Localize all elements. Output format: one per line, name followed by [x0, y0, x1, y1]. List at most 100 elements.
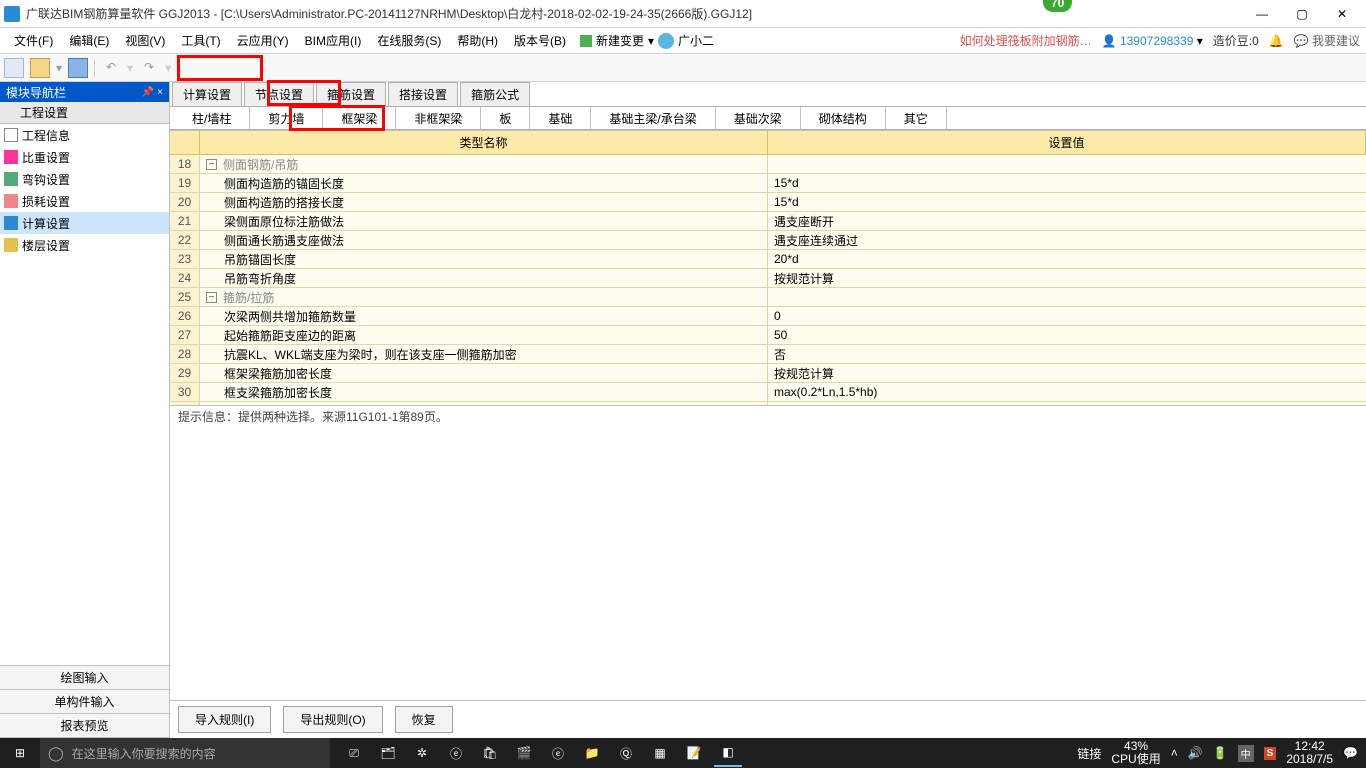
cell-value[interactable]: 按规范计算	[768, 269, 1366, 287]
grid-row[interactable]: 26次梁两侧共增加箍筋数量0	[170, 307, 1366, 326]
cell-value[interactable]: 20*d	[768, 250, 1366, 268]
app2-icon[interactable]: ▦	[646, 739, 674, 767]
cell-value[interactable]	[768, 288, 1366, 306]
menu-item[interactable]: 云应用(Y)	[229, 32, 297, 49]
battery-icon[interactable]: 🔋	[1213, 746, 1228, 760]
volume-icon[interactable]: 🔊	[1188, 746, 1203, 760]
menu-item[interactable]: 编辑(E)	[61, 32, 117, 49]
component-tab[interactable]: 非框架梁	[396, 107, 481, 130]
pin-icon[interactable]: 📌 ×	[142, 87, 163, 98]
cell-value[interactable]: 遇支座连续通过	[768, 231, 1366, 249]
note-icon[interactable]: 📝	[680, 739, 708, 767]
component-tab[interactable]: 砌体结构	[801, 107, 886, 130]
menu-item[interactable]: 文件(F)	[6, 32, 61, 49]
fan-icon[interactable]: ✲	[408, 739, 436, 767]
close-button[interactable]: ✕	[1322, 2, 1362, 26]
nav-item[interactable]: 损耗设置	[0, 190, 169, 212]
menu-item[interactable]: BIM应用(I)	[297, 32, 370, 49]
cell-value[interactable]: 50	[768, 326, 1366, 344]
cell-type-name[interactable]: 抗震KL、WKL端支座为梁时，则在该支座一侧箍筋加密	[200, 345, 768, 363]
grid-row[interactable]: 28抗震KL、WKL端支座为梁时，则在该支座一侧箍筋加密否	[170, 345, 1366, 364]
component-tab[interactable]: 柱/墙柱	[174, 107, 250, 130]
task-view-icon[interactable]: ⎚	[340, 739, 368, 767]
maximize-button[interactable]: ▢	[1282, 2, 1322, 26]
menu-item[interactable]: 帮助(H)	[449, 32, 506, 49]
grid-row[interactable]: 24吊筋弯折角度按规范计算	[170, 269, 1366, 288]
movies-icon[interactable]: 🎬	[510, 739, 538, 767]
cpu-meter[interactable]: 43% CPU使用	[1111, 740, 1160, 766]
component-tab[interactable]: 基础主梁/承台梁	[591, 107, 715, 130]
nav-mode-button[interactable]: 报表预览	[0, 714, 169, 738]
cell-type-name[interactable]: 侧面通长筋遇支座做法	[200, 231, 768, 249]
settings-tab[interactable]: 箍筋公式	[460, 82, 530, 106]
cell-type-name[interactable]: 吊筋锚固长度	[200, 250, 768, 268]
bell-icon[interactable]: 🔔	[1269, 34, 1284, 48]
grid-row[interactable]: 19侧面构造筋的锚固长度15*d	[170, 174, 1366, 193]
nav-item[interactable]: 工程信息	[0, 124, 169, 146]
cell-type-name[interactable]: 框支梁箍筋加密长度	[200, 383, 768, 401]
undo-button[interactable]: ↶	[101, 58, 121, 78]
nav-item[interactable]: 弯钩设置	[0, 168, 169, 190]
cell-type-name[interactable]: 侧面构造筋的锚固长度	[200, 174, 768, 192]
grid-row[interactable]: 23吊筋锚固长度20*d	[170, 250, 1366, 269]
cell-type-name[interactable]: 吊筋弯折角度	[200, 269, 768, 287]
save-button[interactable]	[68, 58, 88, 78]
minimize-button[interactable]: —	[1242, 2, 1282, 26]
start-button[interactable]: ⊞	[0, 746, 40, 760]
open-file-button[interactable]	[30, 58, 50, 78]
notification-icon[interactable]: 💬	[1343, 746, 1358, 760]
store-icon[interactable]: 🛍	[476, 739, 504, 767]
explorer-icon[interactable]: 🗂	[374, 739, 402, 767]
folder-icon[interactable]: 📁	[578, 739, 606, 767]
promo-link[interactable]: 如何处理筏板附加钢筋…	[960, 32, 1092, 49]
grid-row[interactable]: 22侧面通长筋遇支座做法遇支座连续通过	[170, 231, 1366, 250]
menu-item[interactable]: 工具(T)	[173, 32, 228, 49]
nav-item[interactable]: 比重设置	[0, 146, 169, 168]
q-icon[interactable]: Ⓠ	[612, 739, 640, 767]
ie-icon[interactable]: ⓔ	[544, 739, 572, 767]
component-tab[interactable]: 板	[481, 107, 530, 130]
new-file-button[interactable]	[4, 58, 24, 78]
clock[interactable]: 12:42 2018/7/5	[1286, 740, 1333, 766]
new-change-button[interactable]: 新建变更 ▾	[580, 32, 654, 49]
component-tab[interactable]: 基础	[530, 107, 591, 130]
grid-row[interactable]: 20侧面构造筋的搭接长度15*d	[170, 193, 1366, 212]
cell-type-name[interactable]: 侧面构造筋的搭接长度	[200, 193, 768, 211]
menu-item[interactable]: 在线服务(S)	[369, 32, 449, 49]
account-dropdown[interactable]: 👤 13907298339 ▾	[1102, 34, 1203, 48]
grid-row[interactable]: 18−侧面钢筋/吊筋	[170, 155, 1366, 174]
component-tab[interactable]: 基础次梁	[716, 107, 801, 130]
cell-type-name[interactable]: 次梁两侧共增加箍筋数量	[200, 307, 768, 325]
settings-tab[interactable]: 计算设置	[172, 82, 242, 106]
suggest-link[interactable]: 💬 我要建议	[1294, 32, 1360, 49]
redo-button[interactable]: ↷	[139, 58, 159, 78]
nav-mode-button[interactable]: 绘图输入	[0, 666, 169, 690]
sogou-ime-icon[interactable]: S	[1264, 747, 1277, 760]
ggj-app-icon[interactable]: ◧	[714, 739, 742, 767]
tray-up-icon[interactable]: ˄	[1171, 746, 1178, 760]
edge-icon[interactable]: ⓔ	[442, 739, 470, 767]
grid-row[interactable]: 30框支梁箍筋加密长度max(0.2*Ln,1.5*hb)	[170, 383, 1366, 402]
ime-badge[interactable]: 中	[1238, 745, 1254, 762]
cell-type-name[interactable]: 框架梁箍筋加密长度	[200, 364, 768, 382]
collapse-icon[interactable]: −	[206, 159, 217, 170]
nav-item[interactable]: 楼层设置	[0, 234, 169, 256]
settings-tab[interactable]: 搭接设置	[388, 82, 458, 106]
cell-value[interactable]: 0	[768, 307, 1366, 325]
nav-mode-button[interactable]: 单构件输入	[0, 690, 169, 714]
menu-item[interactable]: 视图(V)	[117, 32, 173, 49]
action-button[interactable]: 导出规则(O)	[283, 706, 382, 733]
collapse-icon[interactable]: −	[206, 292, 217, 303]
cell-type-name[interactable]: −侧面钢筋/吊筋	[200, 155, 768, 173]
cell-value[interactable]: 遇支座断开	[768, 212, 1366, 230]
grid-row[interactable]: 25−箍筋/拉筋	[170, 288, 1366, 307]
menu-item[interactable]: 版本号(B)	[506, 32, 574, 49]
grid-row[interactable]: 29框架梁箍筋加密长度按规范计算	[170, 364, 1366, 383]
grid-row[interactable]: 21梁侧面原位标注筋做法遇支座断开	[170, 212, 1366, 231]
cell-value[interactable]: 否	[768, 345, 1366, 363]
component-tab[interactable]: 其它	[886, 107, 947, 130]
cell-value[interactable]: max(0.2*Ln,1.5*hb)	[768, 383, 1366, 401]
cell-type-name[interactable]: 起始箍筋距支座边的距离	[200, 326, 768, 344]
cell-value[interactable]: 15*d	[768, 193, 1366, 211]
action-button[interactable]: 导入规则(I)	[178, 706, 271, 733]
